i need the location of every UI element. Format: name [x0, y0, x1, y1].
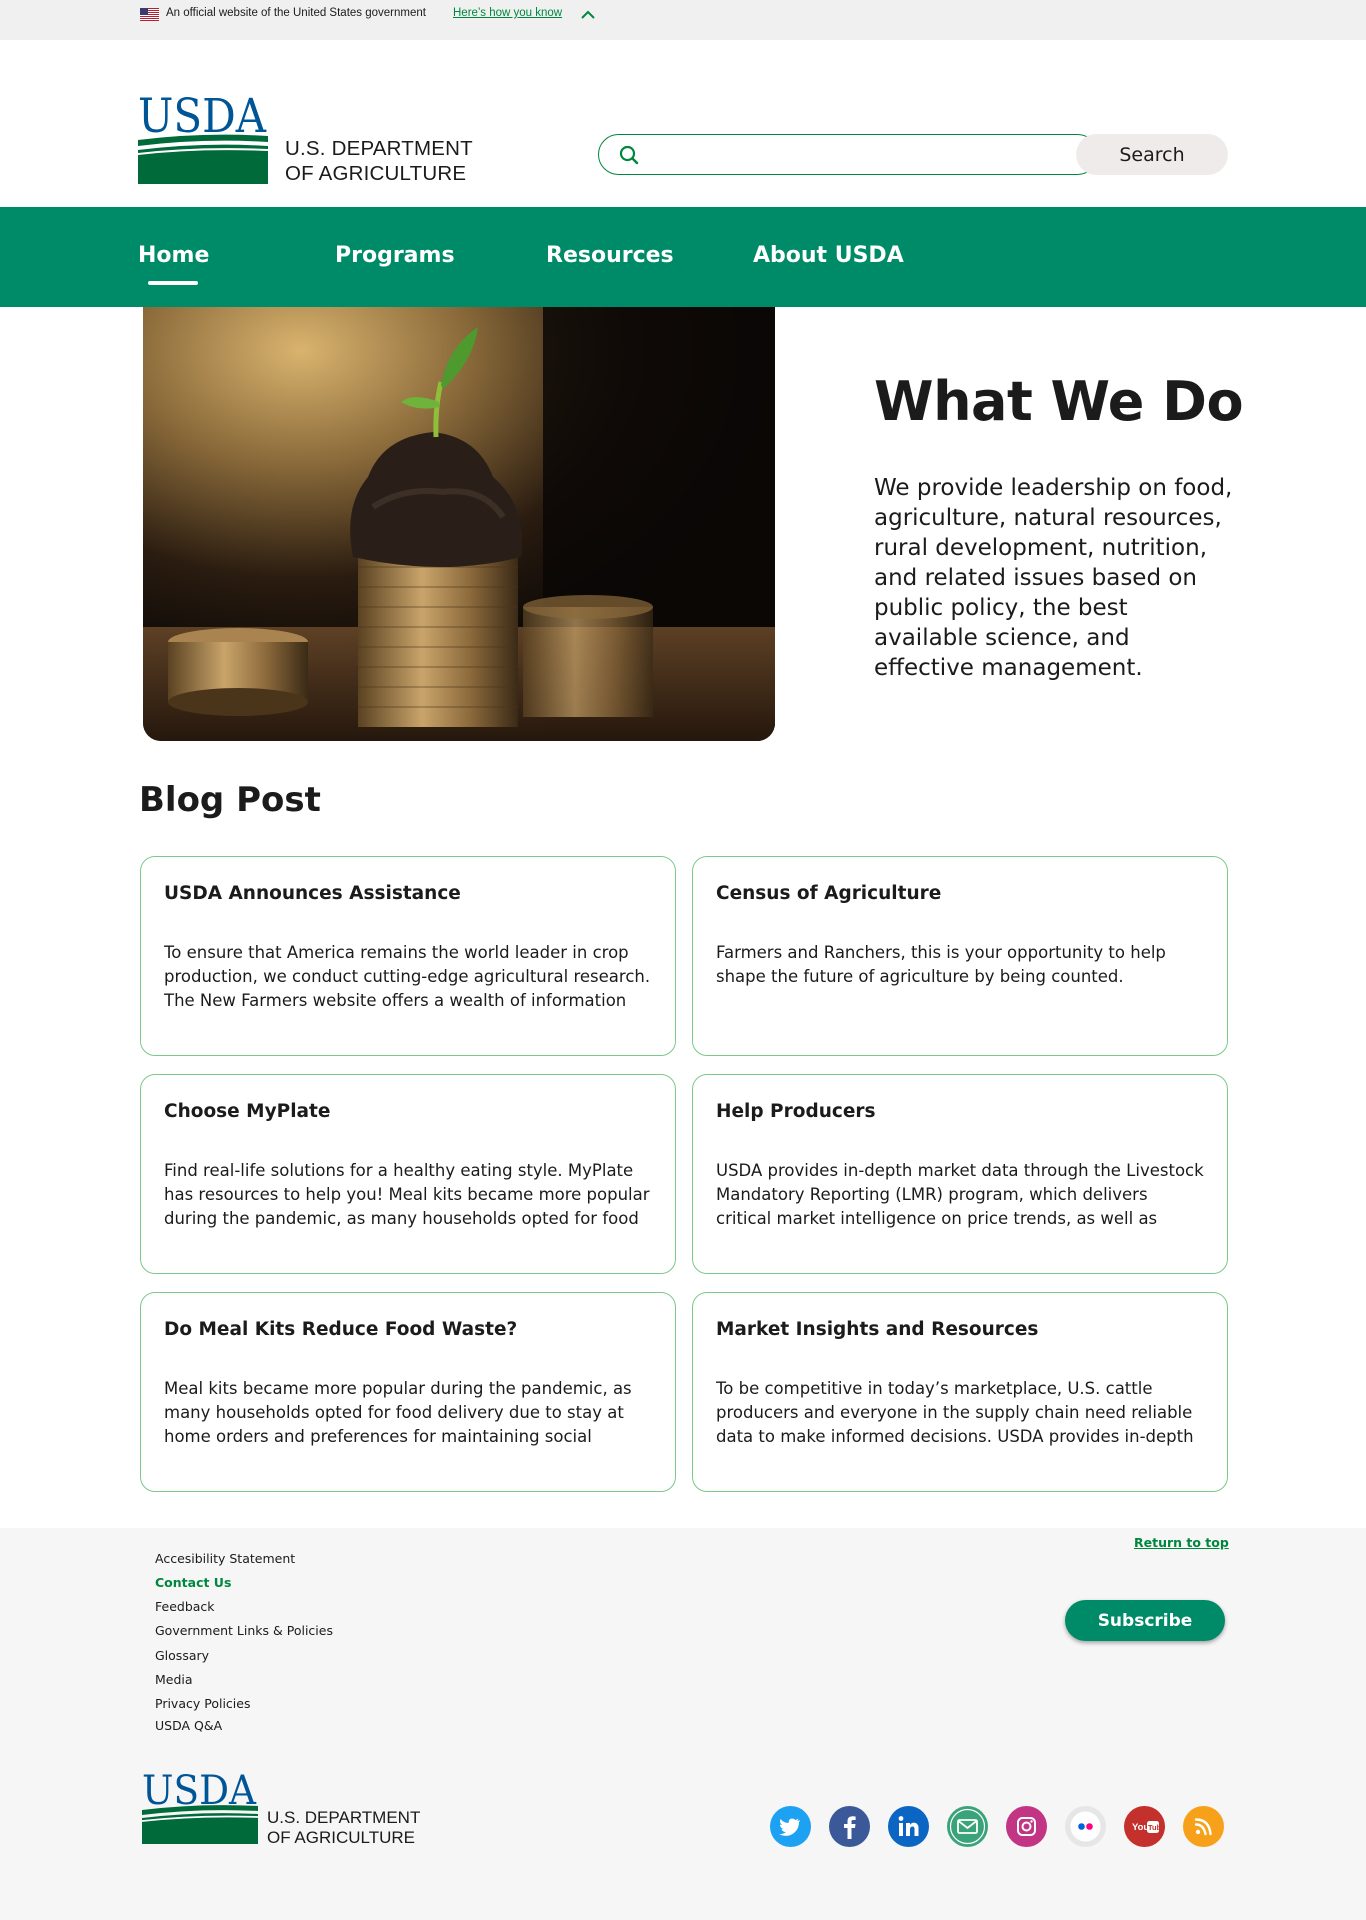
hero-image: [143, 307, 775, 741]
footer-link-accessibility[interactable]: Accesibility Statement: [155, 1551, 295, 1566]
card-title: Choose MyPlate: [164, 1101, 331, 1122]
card-body: Farmers and Ranchers, this is your oppor…: [716, 943, 1166, 986]
search-icon: [619, 145, 639, 165]
card-body: USDA provides in-depth market data throu…: [716, 1161, 1204, 1228]
agency-line-2: OF AGRICULTURE: [285, 162, 467, 185]
footer-agency-name: U.S. DEPARTMENT OF AGRICULTURE: [267, 1808, 420, 1848]
card-title: USDA Announces Assistance: [164, 883, 461, 904]
footer-agency-line-2: OF AGRICULTURE: [267, 1828, 415, 1847]
nav-item-resources[interactable]: Resources: [546, 243, 674, 268]
return-to-top-link[interactable]: Return to top: [1134, 1535, 1229, 1550]
search-input[interactable]: [598, 134, 1098, 175]
card-title: Help Producers: [716, 1101, 876, 1122]
search-button[interactable]: Search: [1076, 134, 1228, 175]
hero-description: We provide leadership on food, agricultu…: [874, 475, 1233, 681]
subscribe-button[interactable]: Subscribe: [1065, 1600, 1225, 1641]
card-body: Find real-life solutions for a healthy e…: [164, 1161, 650, 1228]
how-you-know-link[interactable]: Here’s how you know: [453, 7, 562, 19]
chevron-up-icon[interactable]: [580, 9, 596, 21]
svg-text:Tube: Tube: [1148, 1823, 1165, 1832]
hero-title: What We Do: [874, 370, 1244, 433]
main-nav: Home Programs Resources About USDA: [0, 207, 1366, 307]
facebook-icon[interactable]: [829, 1806, 870, 1847]
us-flag-icon: [140, 8, 159, 21]
blog-card-census-of-agriculture[interactable]: Census of Agriculture Farmers and Ranche…: [692, 856, 1228, 1056]
youtube-icon[interactable]: You Tube: [1124, 1806, 1165, 1847]
nav-active-indicator: [148, 281, 198, 285]
nav-item-home[interactable]: Home: [138, 243, 209, 268]
card-title: Census of Agriculture: [716, 883, 942, 904]
rss-icon[interactable]: [1183, 1806, 1224, 1847]
footer-link-feedback[interactable]: Feedback: [155, 1599, 215, 1614]
card-title: Do Meal Kits Reduce Food Waste?: [164, 1319, 518, 1340]
footer-usda-logo[interactable]: USDA: [142, 1770, 258, 1844]
footer-link-government-links[interactable]: Government Links & Policies: [155, 1623, 333, 1638]
footer-link-glossary[interactable]: Glossary: [155, 1648, 209, 1663]
card-title: Market Insights and Resources: [716, 1319, 1039, 1340]
blog-card-meal-kits-food-waste[interactable]: Do Meal Kits Reduce Food Waste? Meal kit…: [140, 1292, 676, 1492]
blog-card-usda-announces-assistance[interactable]: USDA Announces Assistance To ensure that…: [140, 856, 676, 1056]
linkedin-icon[interactable]: [888, 1806, 929, 1847]
email-icon[interactable]: [947, 1806, 988, 1847]
agency-name: U.S. DEPARTMENT OF AGRICULTURE: [285, 136, 473, 186]
blog-card-market-insights[interactable]: Market Insights and Resources To be comp…: [692, 1292, 1228, 1492]
svg-text:You: You: [1132, 1822, 1149, 1833]
footer-link-contact-us[interactable]: Contact Us: [155, 1575, 231, 1590]
gov-banner: An official website of the United States…: [0, 0, 1366, 40]
footer-agency-line-1: U.S. DEPARTMENT: [267, 1808, 421, 1827]
footer-link-privacy[interactable]: Privacy Policies: [155, 1696, 250, 1711]
instagram-icon[interactable]: [1006, 1806, 1047, 1847]
footer-link-usda-qa[interactable]: USDA Q&A: [155, 1718, 222, 1733]
blog-heading: Blog Post: [139, 780, 321, 820]
blog-card-choose-myplate[interactable]: Choose MyPlate Find real-life solutions …: [140, 1074, 676, 1274]
agency-line-1: U.S. DEPARTMENT: [285, 137, 473, 160]
gov-banner-text: An official website of the United States…: [166, 7, 426, 19]
card-body: To ensure that America remains the world…: [164, 943, 651, 1010]
nav-item-programs[interactable]: Programs: [335, 243, 455, 268]
card-body: To be competitive in today’s marketplace…: [716, 1379, 1194, 1446]
twitter-icon[interactable]: [770, 1806, 811, 1847]
usda-logo[interactable]: USDA: [138, 92, 268, 184]
blog-card-help-producers[interactable]: Help Producers USDA provides in-depth ma…: [692, 1074, 1228, 1274]
footer-link-media[interactable]: Media: [155, 1672, 193, 1687]
nav-item-about-usda[interactable]: About USDA: [753, 243, 904, 268]
card-body: Meal kits became more popular during the…: [164, 1379, 632, 1446]
flickr-icon[interactable]: [1065, 1806, 1106, 1847]
